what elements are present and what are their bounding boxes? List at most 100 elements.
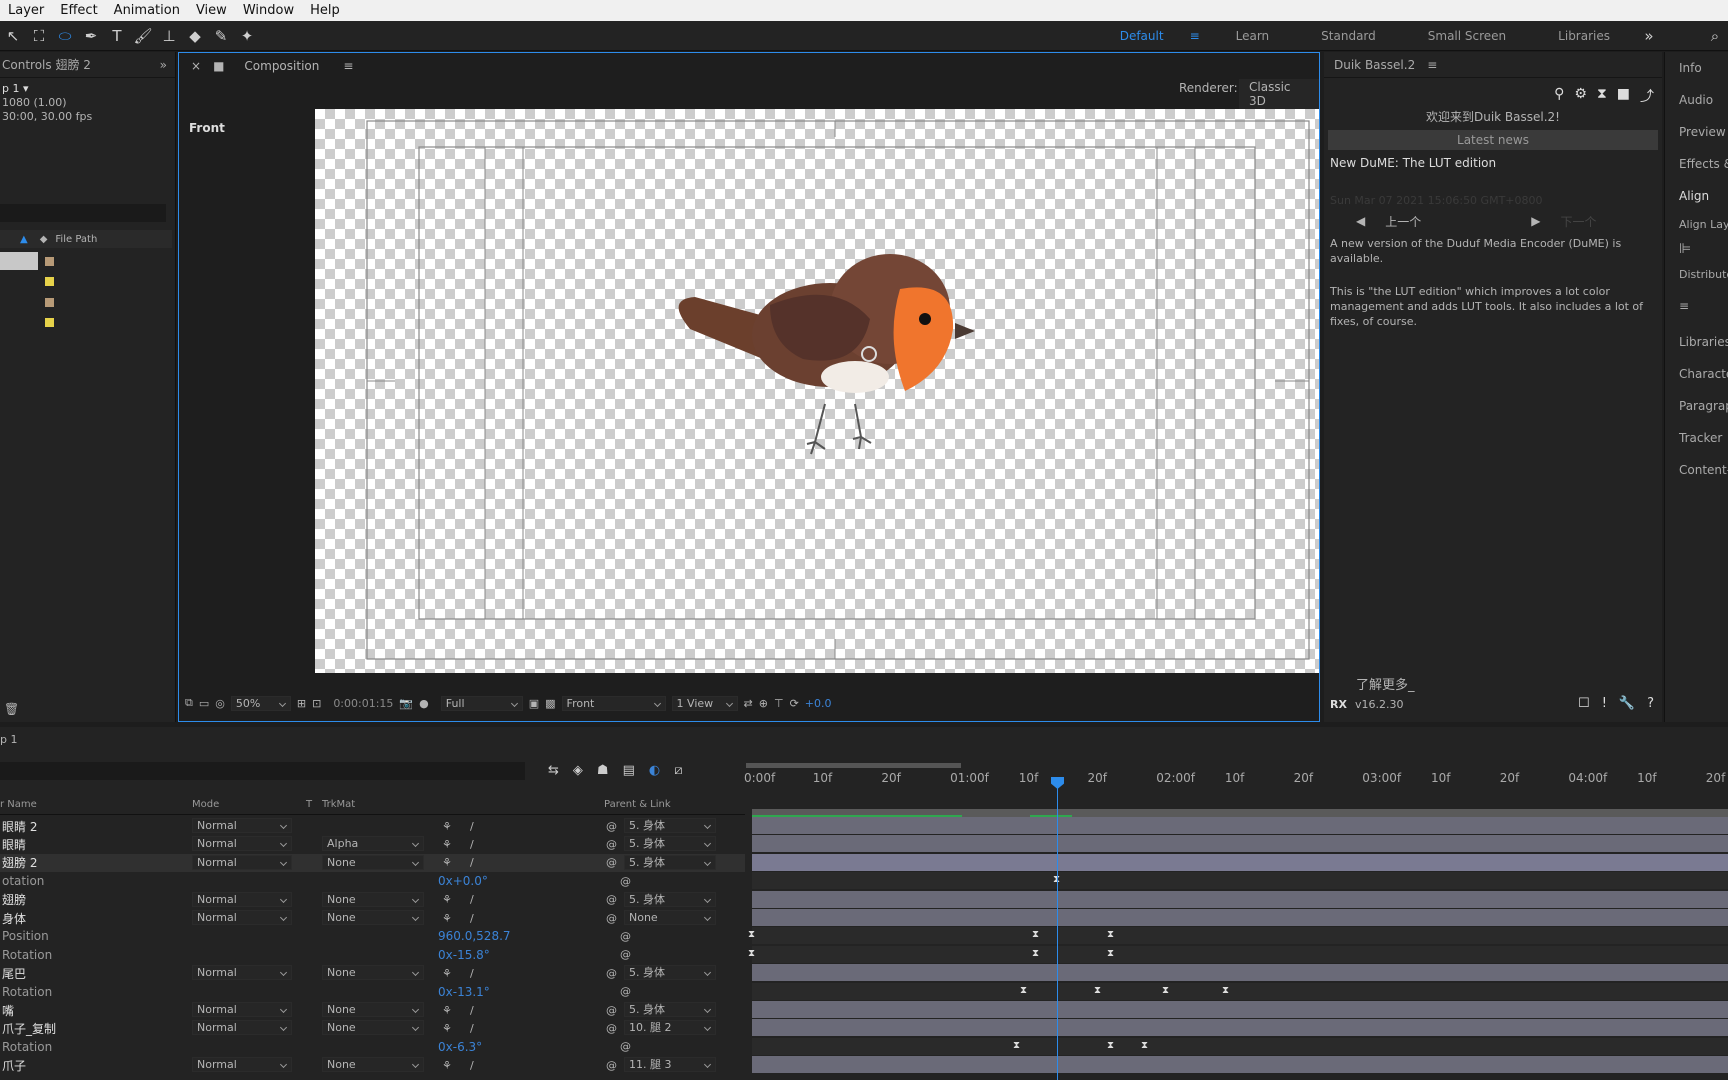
property-track[interactable] [752, 872, 1728, 890]
property-value[interactable]: 0x-6.3° [438, 1040, 482, 1054]
preview-icon[interactable]: ⧉ [185, 696, 193, 710]
layer-bar[interactable] [752, 1019, 1728, 1037]
layer-name[interactable]: 眼睛 2 [2, 818, 37, 835]
layer-row[interactable]: 身体 Normal None ⚘ / @ None [0, 909, 745, 927]
roto-tool-icon[interactable]: ✎ [208, 24, 234, 48]
pickwhip-icon[interactable]: @ [606, 967, 617, 980]
panel-audio[interactable]: Audio [1665, 84, 1728, 116]
pickwhip-icon[interactable]: @ [606, 1022, 617, 1035]
expand-icon[interactable]: » [160, 58, 167, 72]
workspace-standard[interactable]: Standard [1321, 29, 1376, 43]
workspace-default[interactable]: Default [1120, 29, 1164, 43]
playhead-line[interactable] [1057, 783, 1058, 1080]
keyframe-icon[interactable]: ⧗ [748, 948, 755, 959]
channel-icon[interactable]: ● [419, 697, 429, 710]
monitor-icon[interactable]: ▭ [199, 697, 209, 710]
mode-select[interactable]: Normal [192, 854, 292, 870]
quality-switch-icon[interactable]: / [470, 856, 474, 869]
pickwhip-icon[interactable]: @ [606, 912, 617, 925]
mode-select[interactable]: Normal [192, 1057, 292, 1073]
panel-paragraph[interactable]: Paragrap [1665, 390, 1728, 422]
trash-icon[interactable]: 🗑 [4, 702, 19, 716]
quality-switch-icon[interactable]: / [470, 967, 474, 980]
keyframe-icon[interactable]: ⧗ [1032, 929, 1039, 940]
panel-libraries[interactable]: Libraries [1665, 326, 1728, 358]
menu-layer[interactable]: Layer [8, 3, 44, 18]
layer-name[interactable]: Rotation [2, 948, 52, 962]
wrench-icon[interactable]: 🔧 [1619, 696, 1635, 711]
mode-select[interactable]: Normal [192, 818, 292, 833]
shy-switch-icon[interactable]: ⚘ [442, 1059, 452, 1072]
expression-icon[interactable]: @ [620, 875, 631, 888]
alert-icon[interactable]: ! [1602, 696, 1607, 711]
selection-tool-icon[interactable]: ↖ [0, 24, 26, 48]
layer-bar[interactable] [752, 909, 1728, 926]
frame-blend-icon[interactable]: ▤ [623, 763, 635, 778]
align-left-icon[interactable]: ⊫ [1665, 236, 1728, 262]
parent-select[interactable]: 5. 身体 [624, 854, 716, 870]
layer-row[interactable]: 尾巴 Normal None ⚘ / @5. 身体 [0, 964, 745, 982]
layer-name[interactable]: 翅膀 2 [2, 854, 37, 871]
panel-menu-icon[interactable]: ≡ [1427, 58, 1437, 72]
property-row[interactable]: otation 0x+0.0° @ [0, 872, 745, 890]
draft-3d-icon[interactable]: ◈ [573, 763, 583, 778]
layer-bar[interactable] [752, 890, 1728, 908]
expression-icon[interactable]: @ [620, 1040, 631, 1053]
layer-name[interactable]: Position [2, 929, 49, 943]
ellipse-tool-icon[interactable]: ⬭ [52, 24, 78, 48]
mode-select[interactable]: Normal [192, 1002, 292, 1017]
property-track[interactable] [752, 927, 1728, 945]
shy-icon[interactable]: ☗ [597, 763, 609, 778]
trkmat-select[interactable]: None [322, 1002, 424, 1017]
robin-bird[interactable] [678, 254, 975, 455]
property-value[interactable]: 0x-13.1° [438, 985, 490, 999]
layer-row[interactable]: 眼睛 Normal Alpha ⚘ / @5. 身体 [0, 835, 745, 853]
layer-name[interactable]: 翅膀 [2, 891, 26, 908]
layer-name[interactable]: 眼睛 [2, 836, 26, 853]
shy-switch-icon[interactable]: ⚘ [442, 893, 452, 906]
current-time[interactable]: 0:00:01:15 [333, 697, 393, 710]
parent-select[interactable]: 5. 身体 [624, 891, 716, 907]
layer-name[interactable]: 爪子_复制 [2, 1020, 56, 1037]
text-tool-icon[interactable]: T [104, 24, 130, 48]
layer-name[interactable]: Rotation [2, 985, 52, 999]
workspace-learn[interactable]: Learn [1236, 29, 1270, 43]
layer-bar[interactable] [752, 817, 1728, 834]
layer-row[interactable]: 嘴 Normal None ⚘ / @5. 身体 [0, 1001, 745, 1019]
mode-select[interactable]: Normal [192, 1020, 292, 1036]
keyframe-icon[interactable]: ⧗ [1141, 1040, 1148, 1051]
renderer-select[interactable]: Classic 3D [1239, 79, 1319, 109]
pickwhip-icon[interactable]: @ [606, 838, 617, 851]
panel-menu-icon[interactable]: ≡ [343, 59, 353, 73]
quality-switch-icon[interactable]: / [470, 1004, 474, 1017]
pin-tool-icon[interactable]: ✦ [234, 24, 260, 48]
animation-icon[interactable]: ⤴ [1640, 86, 1654, 106]
crop-icon[interactable]: ⊡ [312, 697, 321, 710]
property-value[interactable]: 0x+0.0° [438, 874, 488, 888]
render-icon[interactable]: ⊕ [759, 697, 768, 710]
pen-tool-icon[interactable]: ✒ [78, 24, 104, 48]
quality-switch-icon[interactable]: / [470, 912, 474, 925]
expression-icon[interactable]: @ [620, 930, 631, 943]
work-area-bar[interactable] [746, 763, 961, 768]
time-ruler[interactable]: 0:00f 10f 20f 01:00f 10f 20f 02:00f 10f 20f 03:00… [744, 763, 1728, 791]
resolution-select[interactable]: Full [440, 695, 523, 711]
menu-help[interactable]: Help [310, 3, 340, 18]
grid-icon[interactable]: ⊞ [297, 697, 306, 710]
shy-switch-icon[interactable]: ⚘ [442, 820, 452, 833]
property-row[interactable]: Rotation 0x-15.8° @ [0, 946, 745, 964]
motion-blur-icon[interactable]: ◐ [649, 763, 660, 778]
layer-name[interactable]: otation [2, 874, 44, 888]
property-track[interactable] [752, 1037, 1728, 1055]
distribute-icon[interactable]: ≡ [1665, 286, 1728, 326]
panel-preview[interactable]: Preview [1665, 116, 1728, 148]
zoom-select[interactable]: 50% [230, 695, 291, 711]
trkmat-select[interactable]: None [322, 854, 424, 870]
trkmat-select[interactable]: None [322, 965, 424, 981]
trkmat-select[interactable]: None [322, 1057, 424, 1073]
parent-select[interactable]: 5. 身体 [624, 965, 716, 981]
parent-select[interactable]: 11. 腿 3 [624, 1057, 716, 1073]
keyframe-icon[interactable]: ⧗ [1094, 985, 1101, 996]
expression-icon[interactable]: @ [620, 948, 631, 961]
prev-button[interactable]: 上一个 [1385, 213, 1421, 230]
